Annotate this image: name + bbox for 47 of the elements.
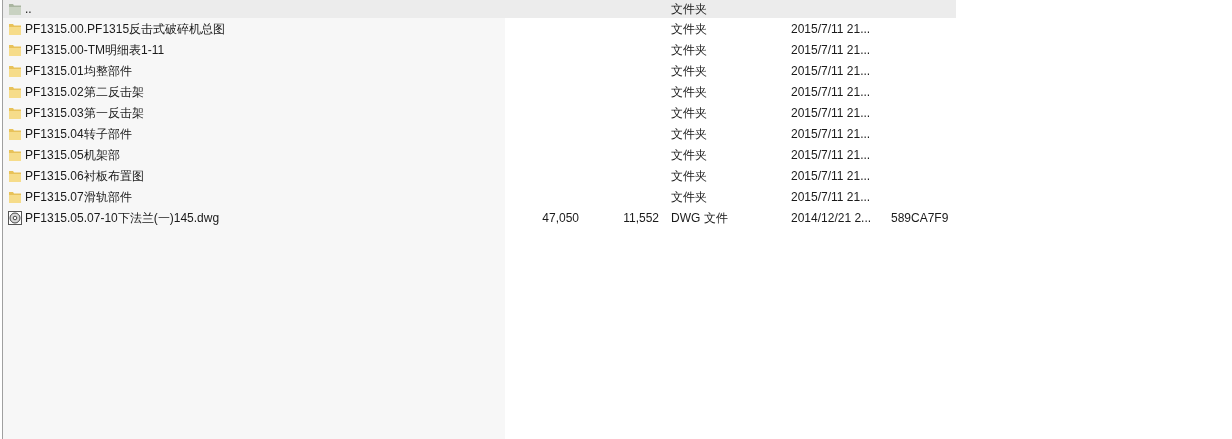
crc-value: 589CA7F9 (891, 210, 949, 225)
folder-icon (8, 21, 22, 36)
folder-icon (8, 168, 22, 183)
folder-icon (8, 2, 22, 16)
file-size: 47,050 (542, 210, 579, 225)
modified-date: 2015/7/11 21... (791, 42, 871, 57)
modified-date: 2015/7/11 21... (791, 168, 871, 183)
file-type: 文件夹 (671, 105, 707, 120)
modified-date: 2015/7/11 21... (791, 63, 871, 78)
file-name: PF1315.00.PF1315反击式破碎机总图 (25, 20, 226, 38)
folder-icon (8, 189, 22, 204)
modified-date: 2015/7/11 21... (791, 84, 871, 99)
file-type: 文件夹 (671, 2, 707, 16)
modified-date: 2015/7/11 21... (791, 147, 871, 162)
file-type: 文件夹 (671, 21, 707, 36)
disc-file-icon (8, 210, 22, 225)
file-name: PF1315.06衬板布置图 (25, 167, 144, 185)
modified-date: 2015/7/11 21... (791, 105, 871, 120)
file-type: 文件夹 (671, 63, 707, 78)
file-name: PF1315.07滑轨部件 (25, 188, 132, 206)
file-name: PF1315.05机架部 (25, 146, 120, 164)
file-type: DWG 文件 (671, 210, 728, 225)
file-row[interactable]: .. 文件夹 (3, 0, 956, 18)
modified-date: 2014/12/21 2... (791, 210, 872, 225)
file-type: 文件夹 (671, 84, 707, 99)
file-type: 文件夹 (671, 189, 707, 204)
folder-icon (8, 126, 22, 141)
file-name: PF1315.04转子部件 (25, 125, 132, 143)
folder-icon (8, 84, 22, 99)
file-type: 文件夹 (671, 168, 707, 183)
file-name: PF1315.00-TM明细表1-11 (25, 41, 165, 59)
modified-date: 2015/7/11 21... (791, 21, 871, 36)
modified-date: 2015/7/11 21... (791, 126, 871, 141)
folder-icon (8, 147, 22, 162)
folder-icon (8, 42, 22, 57)
file-name: .. (25, 1, 32, 18)
packed-size: 11,552 (623, 210, 659, 225)
file-type: 文件夹 (671, 42, 707, 57)
folder-icon (8, 105, 22, 120)
modified-date: 2015/7/11 21... (791, 189, 871, 204)
file-name: PF1315.01均整部件 (25, 62, 132, 80)
folder-icon (8, 63, 22, 78)
file-type: 文件夹 (671, 147, 707, 162)
file-name: PF1315.02第二反击架 (25, 83, 144, 101)
file-name: PF1315.05.07-10下法兰(一)145.dwg (25, 209, 220, 227)
file-type: 文件夹 (671, 126, 707, 141)
file-name: PF1315.03第一反击架 (25, 104, 144, 122)
